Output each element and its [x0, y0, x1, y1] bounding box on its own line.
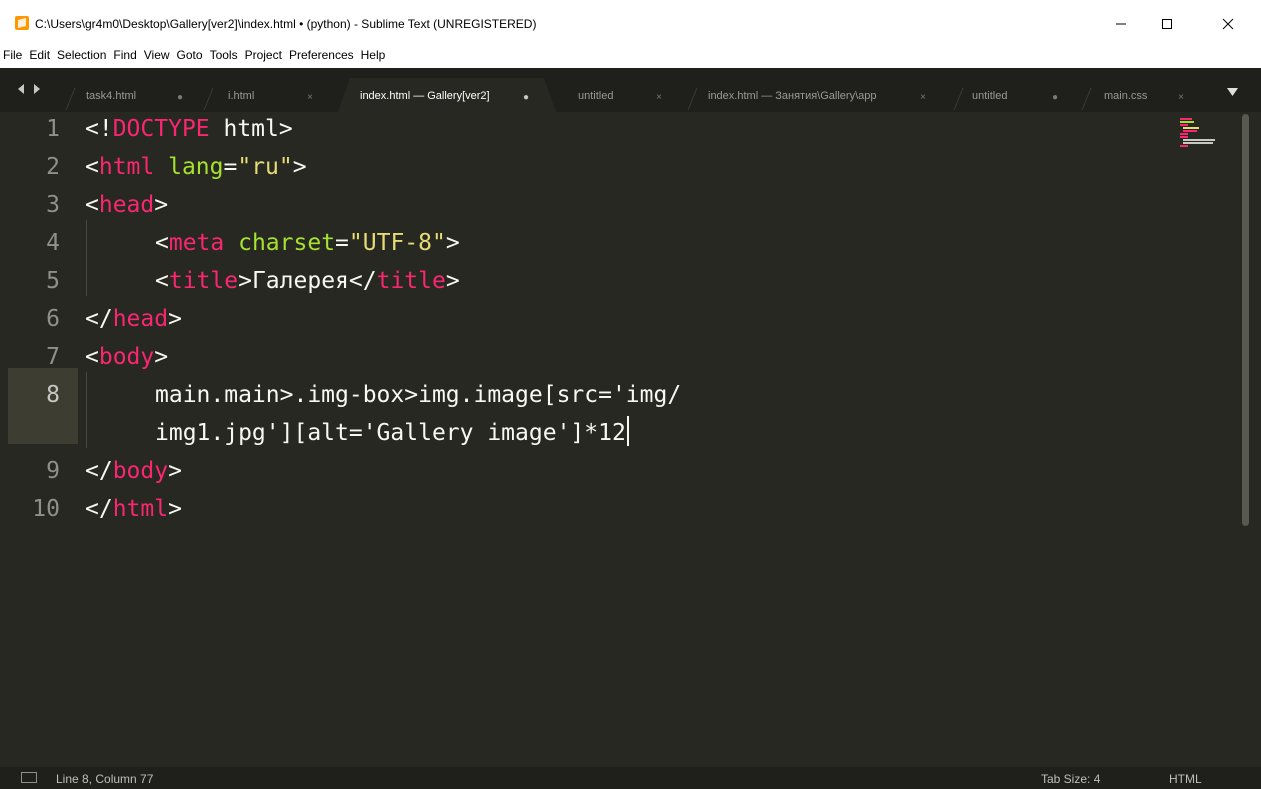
tab-label: index.html — Gallery[ver2]	[360, 90, 490, 102]
tab-task4[interactable]: task4.html ●	[62, 78, 208, 112]
panel-toggle-icon[interactable]	[21, 772, 37, 783]
tab-index-gallery[interactable]: index.html — Gallery[ver2] ●	[338, 78, 556, 112]
close-tab-icon[interactable]: ×	[304, 93, 316, 103]
tab-nav-arrows-icon	[18, 84, 40, 94]
tab-label: index.html — Занятия\Gallery\app	[708, 90, 877, 102]
tab-navigation[interactable]	[18, 81, 40, 99]
tab-main-css[interactable]: main.css ×	[1081, 78, 1216, 112]
tab-size[interactable]: Tab Size: 4	[1041, 772, 1100, 786]
code-line[interactable]: </html>	[85, 490, 182, 528]
code-line[interactable]: </body>	[85, 452, 182, 490]
code-line[interactable]: </head>	[85, 300, 182, 338]
line-number: 10	[32, 496, 60, 522]
line-number: 1	[46, 116, 60, 142]
code-line[interactable]: <meta charset="UTF-8">	[155, 224, 460, 262]
indent-guide	[86, 372, 87, 448]
line-number: 2	[46, 154, 60, 180]
menu-project[interactable]: Project	[245, 48, 282, 62]
code-line-wrapped[interactable]: img1.jpg'][alt='Gallery image']*12	[155, 414, 629, 452]
tab-label: task4.html	[86, 90, 137, 102]
modified-dot-icon[interactable]: ●	[1049, 93, 1061, 103]
tab-label: main.css	[1104, 90, 1148, 102]
menu-tools[interactable]: Tools	[210, 48, 238, 62]
line-number-current: 8	[46, 382, 60, 408]
tab-untitled-2[interactable]: untitled ●	[950, 78, 1086, 112]
syntax-mode[interactable]: HTML	[1169, 772, 1202, 786]
menu-find[interactable]: Find	[113, 48, 136, 62]
code-line[interactable]: <html lang="ru">	[85, 148, 307, 186]
code-line[interactable]: <head>	[85, 186, 168, 224]
line-number: 6	[46, 306, 60, 332]
tab-list-dropdown[interactable]	[1227, 83, 1238, 101]
tab-untitled-1[interactable]: untitled ×	[556, 78, 692, 112]
close-button[interactable]	[1205, 6, 1251, 42]
cursor-position: Line 8, Column 77	[56, 772, 154, 786]
line-number: 5	[46, 268, 60, 294]
line-number: 4	[46, 230, 60, 256]
minimap[interactable]	[1180, 118, 1220, 148]
code-line[interactable]: <body>	[85, 338, 168, 376]
tab-i[interactable]: i.html ×	[203, 78, 338, 112]
close-tab-icon[interactable]: ×	[917, 93, 929, 103]
line-number: 9	[46, 458, 60, 484]
line-number: 3	[46, 192, 60, 218]
tab-index-zanyatiya[interactable]: index.html — Занятия\Gallery\app ×	[687, 78, 950, 112]
modified-dot-icon[interactable]: ●	[520, 93, 532, 103]
line-number: 7	[46, 344, 60, 370]
tab-label: untitled	[972, 90, 1008, 102]
close-tab-icon[interactable]: ×	[1175, 93, 1187, 103]
menu-selection[interactable]: Selection	[57, 48, 106, 62]
minimize-button[interactable]	[1098, 6, 1144, 42]
maximize-button[interactable]	[1144, 6, 1190, 42]
sublime-logo-icon	[15, 16, 29, 30]
menu-view[interactable]: View	[144, 48, 170, 62]
minimize-icon	[1116, 23, 1126, 25]
menu-edit[interactable]: Edit	[29, 48, 50, 62]
menu-preferences[interactable]: Preferences	[289, 48, 354, 62]
code-line[interactable]: <title>Галерея</title>	[155, 262, 460, 300]
close-icon	[1222, 18, 1234, 30]
scrollbar-thumb[interactable]	[1242, 114, 1249, 526]
maximize-icon	[1162, 19, 1172, 29]
menu-file[interactable]: File	[3, 48, 22, 62]
code-line[interactable]: <!DOCTYPE html>	[85, 110, 293, 148]
code-line-current[interactable]: main.main>.img-box>img.image[src='img/	[155, 376, 681, 414]
menu-bar: File Edit Selection Find View Goto Tools…	[0, 42, 1261, 68]
text-cursor	[626, 416, 629, 446]
tab-label: i.html	[228, 90, 255, 102]
triangle-down-icon	[1227, 88, 1238, 96]
tab-label: untitled	[578, 90, 614, 102]
menu-help[interactable]: Help	[361, 48, 386, 62]
window-title: C:\Users\gr4m0\Desktop\Gallery[ver2]\ind…	[35, 17, 537, 31]
menu-goto[interactable]: Goto	[177, 48, 203, 62]
modified-dot-icon[interactable]: ●	[174, 93, 186, 103]
title-bar: C:\Users\gr4m0\Desktop\Gallery[ver2]\ind…	[0, 0, 1261, 42]
close-tab-icon[interactable]: ×	[653, 93, 665, 103]
indent-guide	[86, 220, 87, 296]
